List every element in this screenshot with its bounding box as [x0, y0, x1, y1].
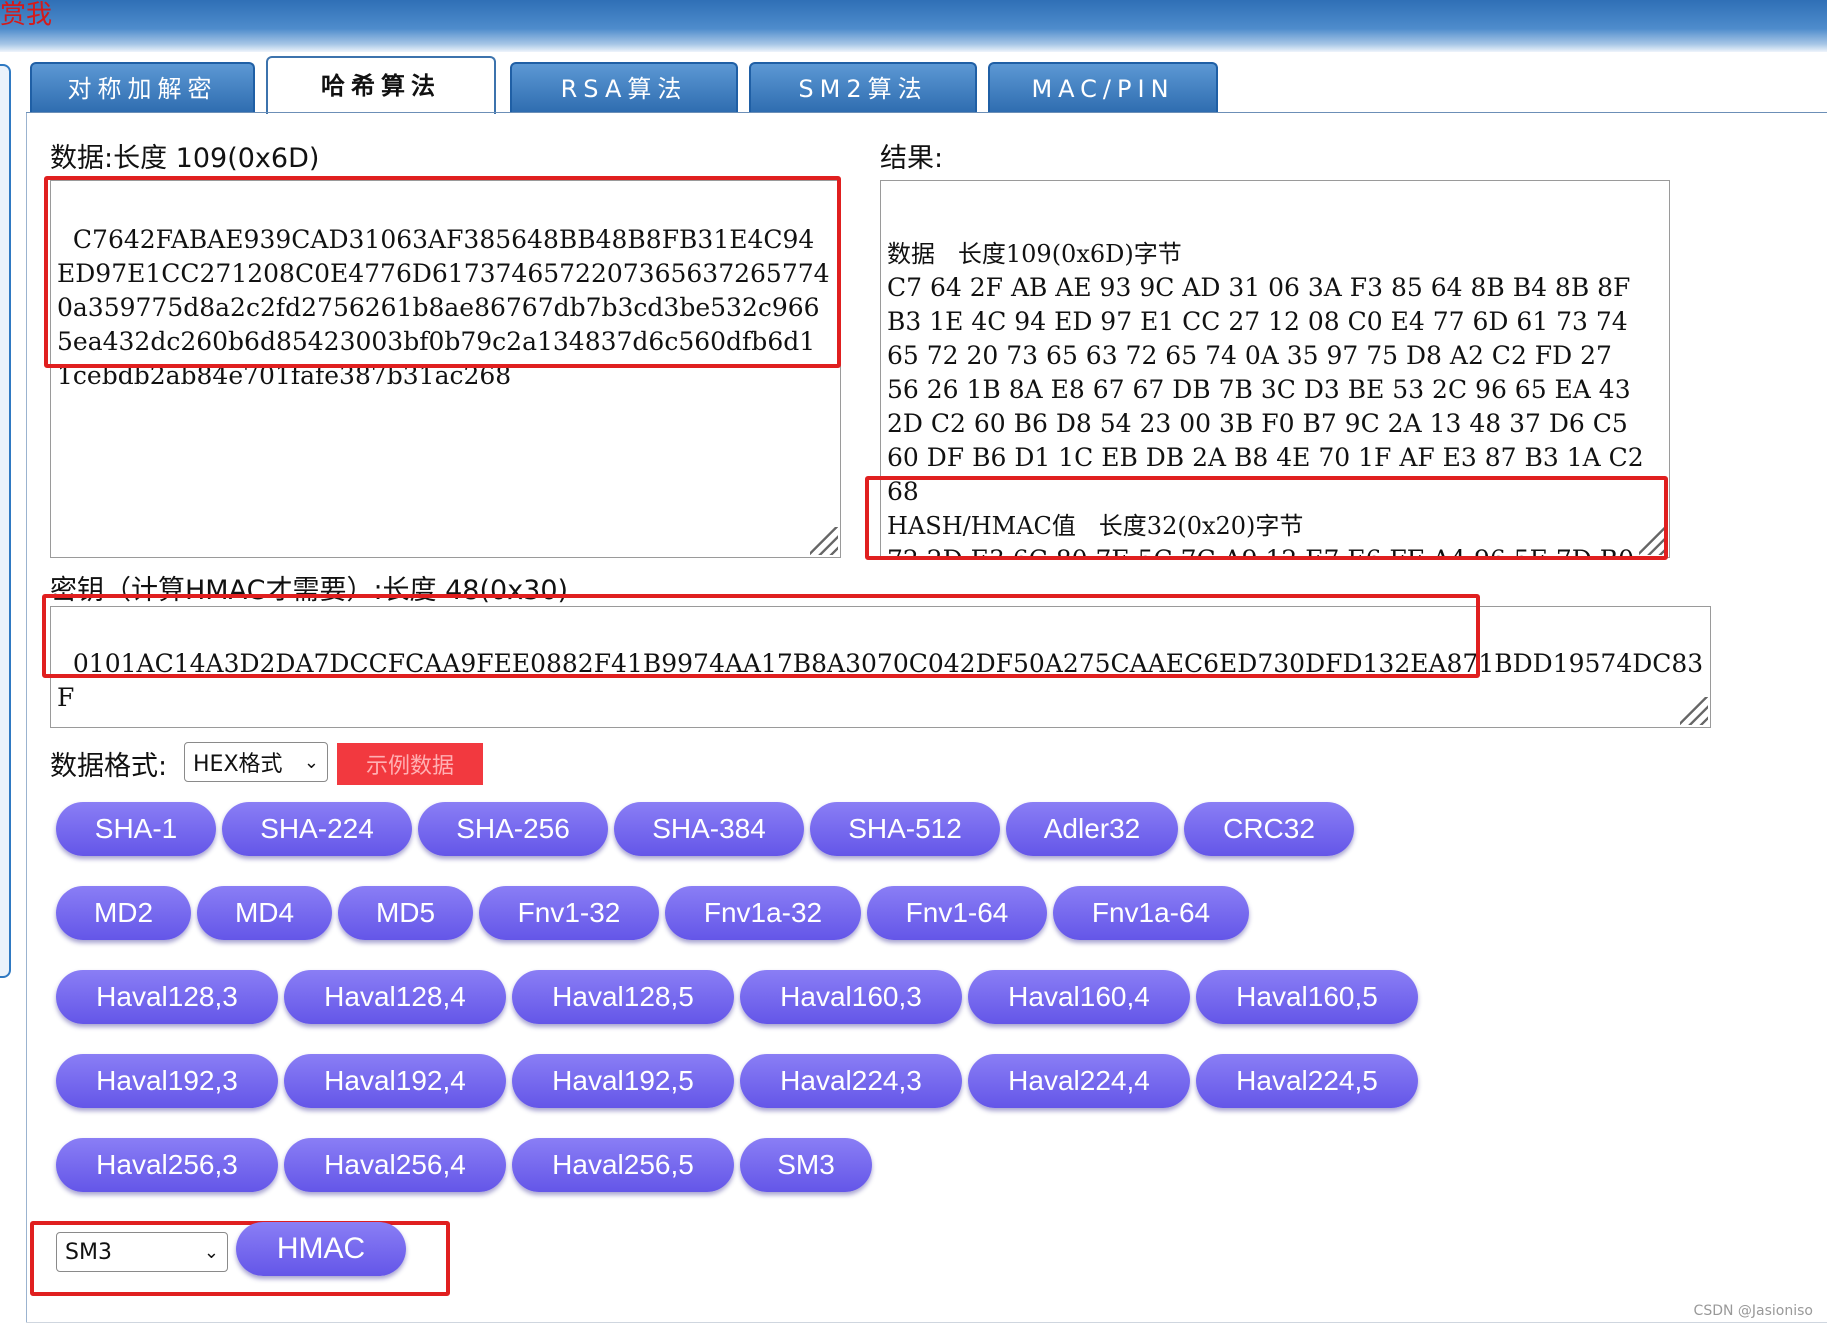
result-line: 68: [887, 477, 919, 506]
hmac-algo-select[interactable]: SM3 ⌄: [56, 1232, 228, 1272]
hash-button-haval224-3[interactable]: Haval224,3: [740, 1054, 962, 1108]
result-line: 65 72 20 73 65 63 72 65 74 0A 35 97 75 D…: [887, 341, 1612, 370]
key-input[interactable]: 0101AC14A3D2DA7DCCFCAA9FEE0882F41B9974AA…: [50, 606, 1711, 728]
watermark: CSDN @Jasioniso: [1693, 1303, 1813, 1319]
data-input-text: C7642FABAE939CAD31063AF385648BB48B8FB31E…: [57, 225, 830, 390]
hash-button-haval160-4[interactable]: Haval160,4: [968, 970, 1190, 1024]
tab-rsa[interactable]: RSA算法: [510, 62, 738, 112]
data-input[interactable]: C7642FABAE939CAD31063AF385648BB48B8FB31E…: [50, 180, 841, 558]
result-line: 72 2D E3 6C 80 7E 5C 7C A9 12 E7 E6 FF A…: [887, 543, 1663, 557]
hash-button-haval128-4[interactable]: Haval128,4: [284, 970, 506, 1024]
hash-button-fnv1-32[interactable]: Fnv1-32: [479, 886, 659, 940]
hash-button-fnv1a-32[interactable]: Fnv1a-32: [665, 886, 861, 940]
hash-button-fnv1a-64[interactable]: Fnv1a-64: [1053, 886, 1249, 940]
hash-button-md5[interactable]: MD5: [338, 886, 473, 940]
tab-sm2[interactable]: SM2算法: [749, 62, 977, 112]
key-length-label: 密钥（计算HMAC才需要）:长度 48(0x30): [50, 575, 569, 606]
result-lines: 数据 长度109(0x6D)字节 C7 64 2F AB AE 93 9C AD …: [887, 237, 1663, 557]
resize-handle[interactable]: [1680, 697, 1708, 725]
key-input-text: 0101AC14A3D2DA7DCCFCAA9FEE0882F41B9974AA…: [57, 649, 1704, 712]
hash-button-haval160-3[interactable]: Haval160,3: [740, 970, 962, 1024]
hash-button-haval128-3[interactable]: Haval128,3: [56, 970, 278, 1024]
hash-button-sha-256[interactable]: SHA-256: [418, 802, 608, 856]
hash-button-md4[interactable]: MD4: [197, 886, 332, 940]
result-label: 结果:: [880, 143, 944, 174]
hash-button-haval224-5[interactable]: Haval224,5: [1196, 1054, 1418, 1108]
hash-button-haval256-4[interactable]: Haval256,4: [284, 1138, 506, 1192]
result-line: B3 1E 4C 94 ED 97 E1 CC 27 12 08 C0 E4 7…: [887, 307, 1628, 336]
result-line: 2D C2 60 B6 D8 54 23 00 3B F0 B7 9C 2A 1…: [887, 409, 1628, 438]
content-left-border: [26, 113, 27, 1323]
top-banner: [0, 0, 1827, 52]
hash-button-haval224-4[interactable]: Haval224,4: [968, 1054, 1190, 1108]
hash-button-fnv1-64[interactable]: Fnv1-64: [867, 886, 1047, 940]
result-line: 56 26 1B 8A E8 67 67 DB 7B 3C D3 BE 53 2…: [887, 375, 1631, 404]
resize-handle[interactable]: [810, 527, 838, 555]
tab-mac-pin[interactable]: MAC/PIN: [988, 62, 1218, 112]
hash-button-sha-384[interactable]: SHA-384: [614, 802, 804, 856]
format-select-value: HEX格式: [193, 752, 283, 777]
hash-button-haval256-3[interactable]: Haval256,3: [56, 1138, 278, 1192]
hash-button-md2[interactable]: MD2: [56, 886, 191, 940]
format-label: 数据格式:: [50, 751, 168, 782]
chevron-down-icon: ⌄: [203, 1241, 219, 1263]
result-line: C7 64 2F AB AE 93 9C AD 31 06 3A F3 85 6…: [887, 273, 1631, 302]
hash-button-sha-224[interactable]: SHA-224: [222, 802, 412, 856]
hash-button-sha-512[interactable]: SHA-512: [810, 802, 1000, 856]
result-line: 60 DF B6 D1 1C EB DB 2A B8 4E 70 1F AF E…: [887, 443, 1644, 472]
hash-button-haval192-5[interactable]: Haval192,5: [512, 1054, 734, 1108]
hash-button-haval160-5[interactable]: Haval160,5: [1196, 970, 1418, 1024]
data-length-label: 数据:长度 109(0x6D): [50, 143, 320, 174]
result-line: HASH/HMAC值 长度32(0x20)字节: [887, 512, 1304, 540]
chevron-down-icon: ⌄: [303, 751, 319, 773]
resize-handle[interactable]: [1639, 527, 1667, 555]
hmac-algo-value: SM3: [65, 1239, 112, 1265]
tab-symmetric[interactable]: 对称加解密: [30, 62, 255, 112]
hash-button-sm3[interactable]: SM3: [740, 1138, 872, 1192]
hash-button-sha-1[interactable]: SHA-1: [56, 802, 216, 856]
hash-button-adler32[interactable]: Adler32: [1006, 802, 1178, 856]
hash-button-haval128-5[interactable]: Haval128,5: [512, 970, 734, 1024]
hash-button-haval192-3[interactable]: Haval192,3: [56, 1054, 278, 1108]
result-line: 数据 长度109(0x6D)字节: [887, 240, 1182, 268]
result-output[interactable]: 数据 长度109(0x6D)字节 C7 64 2F AB AE 93 9C AD …: [880, 180, 1670, 558]
left-side-panel: [0, 64, 11, 978]
hmac-button[interactable]: HMAC: [236, 1222, 406, 1276]
reward-link[interactable]: 赏我: [0, 0, 52, 31]
format-select[interactable]: HEX格式 ⌄: [184, 742, 328, 782]
tab-underline: [26, 112, 1827, 113]
hash-button-haval192-4[interactable]: Haval192,4: [284, 1054, 506, 1108]
hash-button-crc32[interactable]: CRC32: [1184, 802, 1354, 856]
tab-hash[interactable]: 哈希算法: [266, 56, 496, 114]
footer-line: [26, 1322, 1827, 1323]
example-data-button[interactable]: 示例数据: [337, 743, 483, 785]
hash-button-haval256-5[interactable]: Haval256,5: [512, 1138, 734, 1192]
